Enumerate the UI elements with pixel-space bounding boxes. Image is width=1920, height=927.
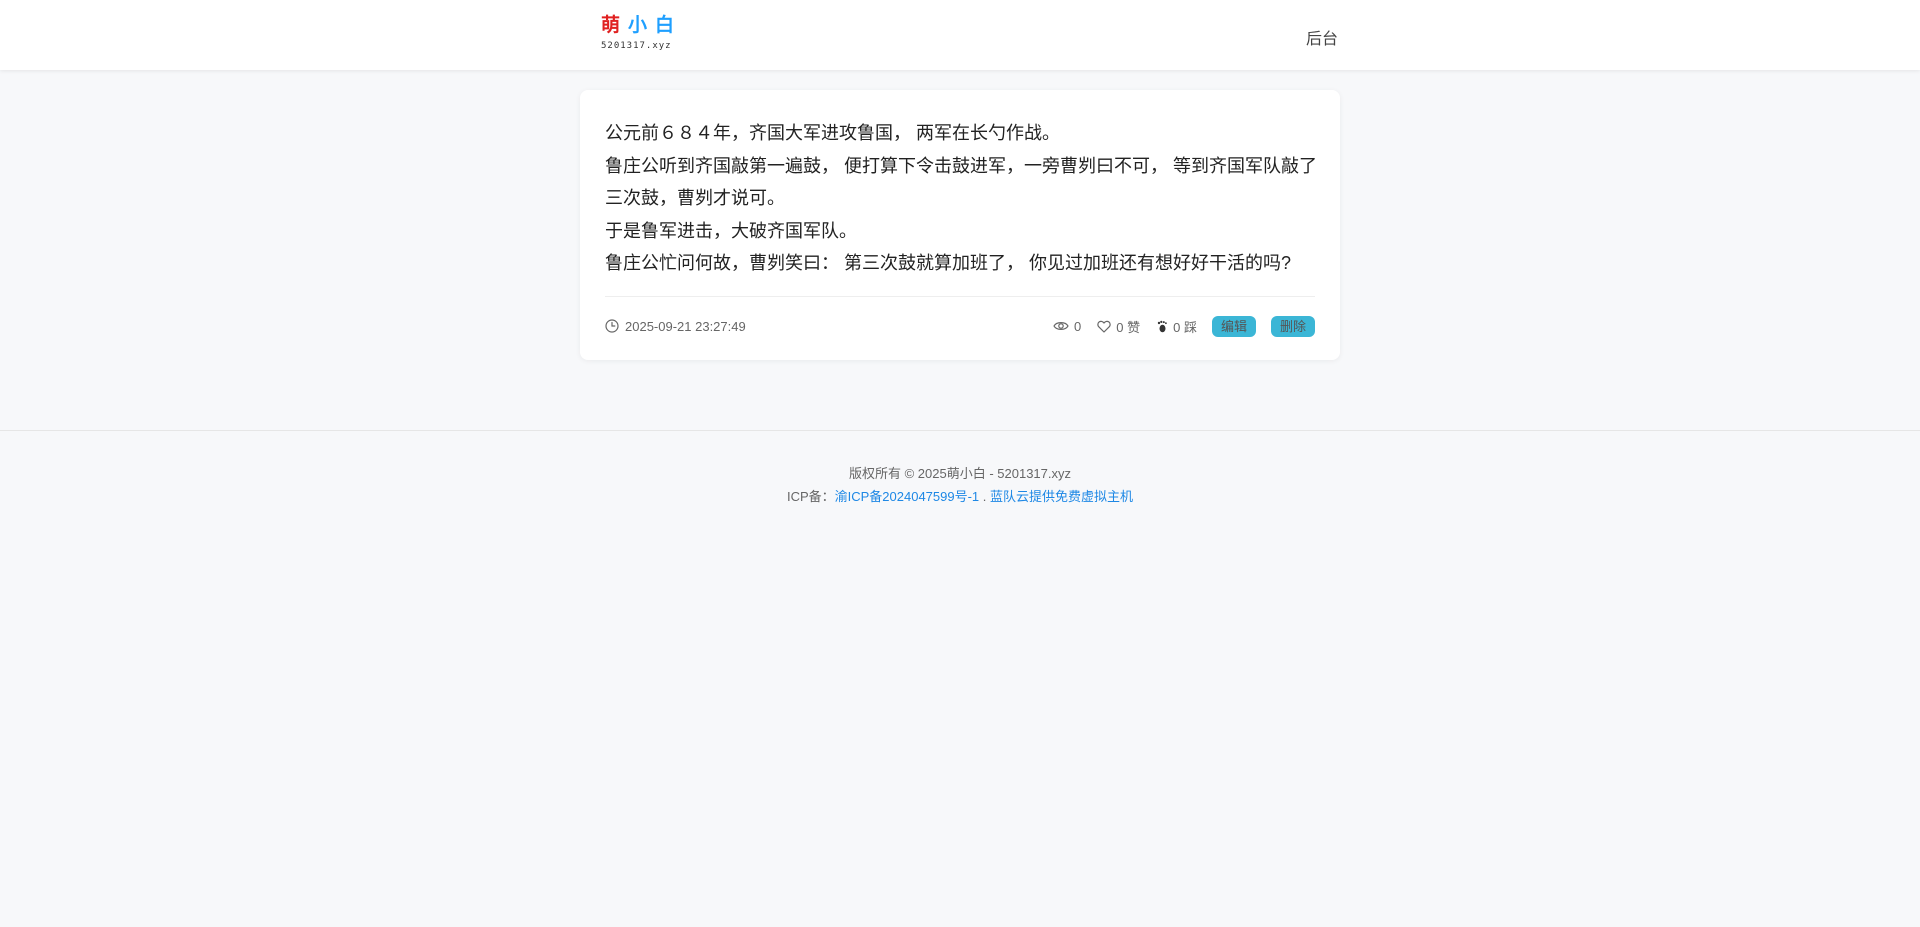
like-button[interactable]: 0 赞 <box>1097 317 1140 336</box>
dislike-button[interactable]: 0 踩 <box>1156 317 1197 336</box>
heart-icon <box>1097 320 1112 333</box>
footer: 版权所有 © 2025萌小白 - 5201317.xyz ICP备：渝ICP备2… <box>0 462 1920 508</box>
logo-char-2: 小 <box>628 15 650 36</box>
footer-divider <box>0 430 1920 431</box>
logo-domain: 5201317.xyz <box>601 41 672 51</box>
site-logo[interactable]: 萌 小 白 5201317.xyz <box>601 14 677 54</box>
delete-button[interactable]: 删除 <box>1270 315 1315 337</box>
logo-char-3: 白 <box>655 15 677 36</box>
post-card: 公元前６８４年，齐国大军进攻鲁国， 两军在长勺作战。 鲁庄公听到齐国敲第一遍鼓，… <box>580 90 1340 360</box>
post-date-group: 2025-09-21 23:27:49 <box>605 319 746 334</box>
nav-admin-link[interactable]: 后台 <box>1306 25 1338 49</box>
post-line-4: 鲁庄公忙问何故，曹刿笑曰： 第三次鼓就算加班了， 你见过加班还有想好好干活的吗? <box>605 253 1292 273</box>
views-count: 0 <box>1074 318 1082 334</box>
post-date: 2025-09-21 23:27:49 <box>625 318 746 334</box>
dislikes-count: 0 踩 <box>1173 319 1197 335</box>
copyright-text: 版权所有 © 2025萌小白 - 5201317.xyz <box>849 466 1071 481</box>
clock-icon <box>605 319 619 333</box>
eye-icon <box>1053 322 1069 330</box>
icp-prefix: ICP备： <box>786 489 835 504</box>
icp-link[interactable]: 渝ICP备2024047599号-1 <box>835 489 980 504</box>
edit-button[interactable]: 编辑 <box>1211 315 1256 337</box>
post-line-3: 于是鲁军进击，大破齐国军队。 <box>605 220 857 241</box>
post-content: 公元前６８４年，齐国大军进攻鲁国， 两军在长勺作战。 鲁庄公听到齐国敲第一遍鼓，… <box>605 117 1320 280</box>
post-divider <box>605 296 1315 297</box>
post-actions: 0 0 赞 0 踩 编辑 删除 <box>1037 315 1315 337</box>
footprint-icon <box>1157 320 1167 332</box>
logo-char-1: 萌 <box>601 15 623 36</box>
post-meta: 2025-09-21 23:27:49 0 0 赞 0 踩 编辑 删除 <box>605 314 1315 338</box>
post-line-2: 鲁庄公听到齐国敲第一遍鼓， 便打算下令击鼓进军，一旁曹刿曰不可， 等到齐国军队敲… <box>605 155 1317 209</box>
logo-text: 萌 小 白 <box>601 14 677 38</box>
icp-line: ICP备：渝ICP备2024047599号-1 . 蓝队云提供免费虚拟主机 <box>0 485 1920 508</box>
host-link[interactable]: 蓝队云提供免费虚拟主机 <box>990 489 1133 504</box>
top-navbar: 萌 小 白 5201317.xyz 后台 <box>0 0 1920 70</box>
views-stat: 0 <box>1053 319 1081 334</box>
post-line-1: 公元前６８４年，齐国大军进攻鲁国， 两军在长勺作战。 <box>605 123 1060 143</box>
footer-separator: . <box>982 489 987 504</box>
likes-count: 0 赞 <box>1116 319 1141 335</box>
